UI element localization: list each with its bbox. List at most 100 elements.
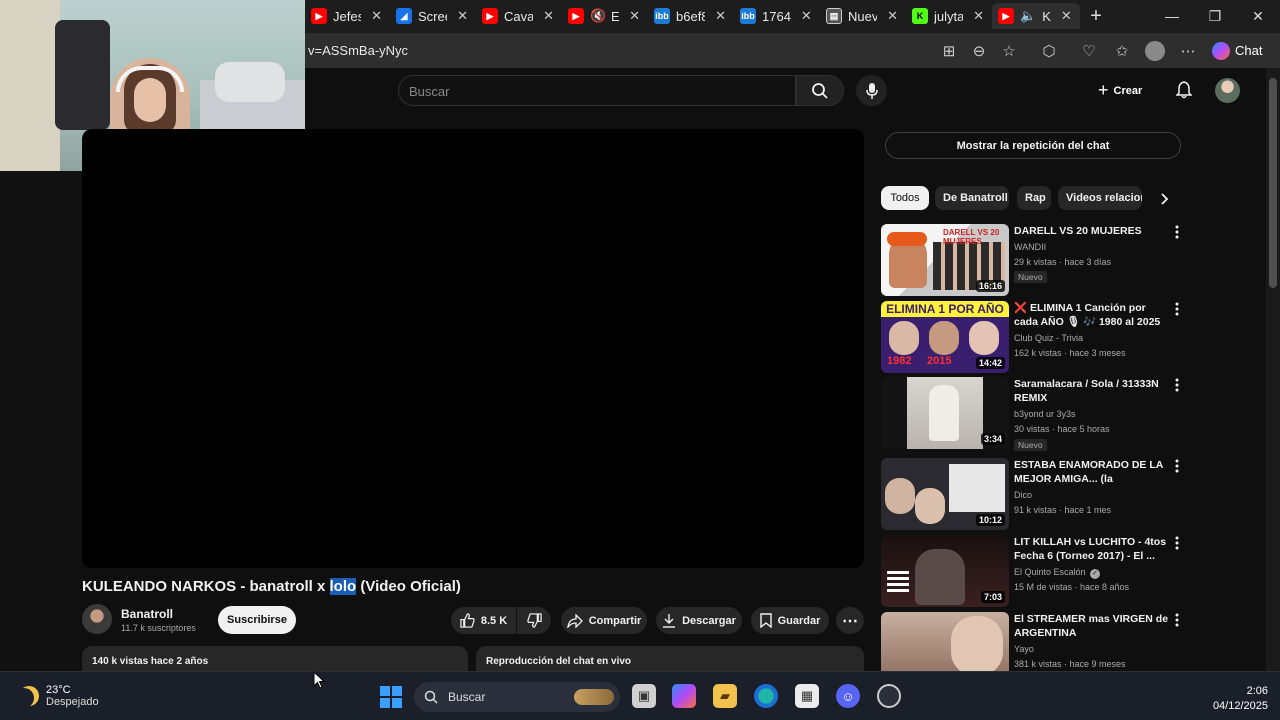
obs-icon[interactable]: [877, 684, 901, 708]
more-vertical-icon[interactable]: [1172, 224, 1182, 240]
chip-related[interactable]: Videos relacionados: [1058, 186, 1142, 210]
close-icon[interactable]: ✕: [543, 8, 554, 24]
channel-name-row[interactable]: El Quinto Escalón ✓: [1014, 567, 1101, 579]
taskbar-search[interactable]: Buscar: [414, 682, 620, 712]
maximize-button[interactable]: ❐: [1197, 4, 1233, 28]
search-button[interactable]: [796, 75, 844, 106]
chip-rap[interactable]: Rap: [1017, 186, 1051, 210]
minimize-button[interactable]: —: [1154, 4, 1190, 28]
more-vertical-icon[interactable]: [1172, 535, 1182, 551]
search-input[interactable]: Buscar: [398, 75, 796, 106]
zoom-icon[interactable]: ⊖: [969, 41, 989, 61]
edge-browser-icon[interactable]: [754, 684, 778, 708]
close-window-button[interactable]: ✕: [1240, 4, 1276, 28]
dislike-button[interactable]: [517, 607, 551, 634]
close-icon[interactable]: ✕: [715, 8, 726, 24]
notifications-button[interactable]: [1174, 80, 1194, 100]
browser-essentials-icon[interactable]: ♡: [1079, 41, 1099, 61]
weather-widget[interactable]: 23°C Despejado: [18, 684, 99, 708]
more-actions-button[interactable]: ⋯: [836, 607, 864, 634]
speaker-icon[interactable]: 🔈: [1020, 8, 1036, 24]
browser-tab[interactable]: K julyta ✕: [906, 3, 990, 29]
chips-next-button[interactable]: [1155, 189, 1175, 209]
more-options-icon[interactable]: ⋯: [1178, 41, 1198, 61]
recommended-video[interactable]: DARELL VS 20 MUJERES 16:16 DARELL VS 20 …: [881, 224, 1181, 296]
more-vertical-icon[interactable]: [1172, 458, 1182, 474]
close-icon[interactable]: ✕: [973, 8, 984, 24]
download-button[interactable]: Descargar: [656, 607, 742, 634]
video-title[interactable]: Saramalacara / Sola / 31333N REMIX: [1014, 377, 1170, 405]
url-field[interactable]: v=ASSmBa-yNyc: [305, 38, 925, 63]
recommended-video[interactable]: 3:34 Saramalacara / Sola / 31333N REMIX …: [881, 377, 1182, 451]
chip-from-channel[interactable]: De Banatroll: [935, 186, 1009, 210]
close-icon[interactable]: ✕: [457, 8, 468, 24]
channel-name[interactable]: Banatroll: [121, 607, 173, 621]
channel-name[interactable]: Club Quiz - Trivia: [1014, 333, 1083, 343]
video-player[interactable]: [82, 129, 864, 568]
store-icon[interactable]: ▦: [795, 684, 819, 708]
browser-tab[interactable]: ▶ Jefes ✕: [305, 3, 388, 29]
new-tab-button[interactable]: +: [1078, 4, 1114, 28]
more-vertical-icon[interactable]: [1172, 612, 1181, 628]
recommended-video[interactable]: 10:12 ESTABA ENAMORADO DE LA MEJOR AMIGA…: [881, 458, 1181, 530]
show-chat-replay-button[interactable]: Mostrar la repetición del chat: [885, 132, 1181, 159]
description-box[interactable]: 140 k vistas hace 2 años: [82, 646, 468, 672]
favorite-star-icon[interactable]: ☆: [999, 41, 1019, 61]
app-available-icon[interactable]: ⊞: [939, 41, 959, 61]
browser-tab[interactable]: ibb b6ef8 ✕: [648, 3, 732, 29]
video-thumbnail[interactable]: ELIMINA 1 POR AÑO 1982 2015 14:42: [881, 301, 1009, 373]
recommended-video[interactable]: 7:03 LIT KILLAH vs LUCHITO - 4tos Fecha …: [881, 535, 1181, 607]
video-thumbnail[interactable]: 7:03: [881, 535, 1009, 607]
video-title[interactable]: DARELL VS 20 MUJERES: [1014, 224, 1170, 238]
copilot-icon[interactable]: [672, 684, 696, 708]
selected-text[interactable]: lolo: [329, 578, 357, 595]
video-title[interactable]: ESTABA ENAMORADO DE LA MEJOR AMIGA... (l…: [1014, 458, 1170, 486]
close-icon[interactable]: ✕: [1061, 8, 1072, 24]
browser-tab[interactable]: ◢ Scree ✕: [390, 3, 474, 29]
scrollbar-thumb[interactable]: [1269, 78, 1277, 288]
copilot-chat-button[interactable]: Chat: [1212, 38, 1272, 63]
voice-search-button[interactable]: [856, 75, 887, 106]
extensions-icon[interactable]: ⬡: [1039, 41, 1059, 61]
discord-icon[interactable]: ☺: [836, 684, 860, 708]
profile-icon[interactable]: [1145, 41, 1165, 61]
account-avatar[interactable]: [1215, 78, 1240, 103]
video-title[interactable]: El STREAMER mas VIRGEN de ARGENTINA: [1014, 612, 1170, 640]
recommended-video[interactable]: El STREAMER mas VIRGEN de ARGENTINA Yayo…: [881, 612, 1181, 671]
video-title[interactable]: ❌ ELIMINA 1 Canción por cada AÑO 🎙 🎶 198…: [1014, 301, 1170, 329]
video-thumbnail[interactable]: DARELL VS 20 MUJERES 16:16: [881, 224, 1009, 296]
channel-name[interactable]: b3yond ur 3y3s: [1014, 409, 1076, 419]
browser-tab[interactable]: ▶ Cavan ✕: [476, 3, 560, 29]
browser-tab-active[interactable]: ▶ 🔈 K ✕: [992, 3, 1080, 29]
live-chat-replay-panel[interactable]: Reproducción del chat en vivo: [476, 646, 864, 672]
file-explorer-icon[interactable]: ▰: [713, 684, 737, 708]
browser-tab[interactable]: ▤ Nuev ✕: [820, 3, 904, 29]
recommended-video[interactable]: ELIMINA 1 POR AÑO 1982 2015 14:42 ❌ ELIM…: [881, 301, 1181, 373]
video-title[interactable]: LIT KILLAH vs LUCHITO - 4tos Fecha 6 (To…: [1014, 535, 1170, 563]
share-button[interactable]: Compartir: [561, 607, 647, 634]
task-view-icon[interactable]: ▣: [632, 684, 656, 708]
channel-name[interactable]: WANDII: [1014, 242, 1046, 252]
save-button[interactable]: Guardar: [751, 607, 829, 634]
chip-all[interactable]: Todos: [881, 186, 929, 210]
more-vertical-icon[interactable]: [1172, 301, 1182, 317]
like-button[interactable]: 8.5 K: [451, 607, 516, 634]
subscribe-button[interactable]: Suscribirse: [218, 606, 296, 634]
channel-name[interactable]: Dico: [1014, 490, 1032, 500]
video-thumbnail[interactable]: [881, 612, 1009, 671]
close-icon[interactable]: ✕: [629, 8, 640, 24]
create-button[interactable]: + Crear: [1098, 77, 1152, 104]
favorites-icon[interactable]: ✩: [1112, 41, 1132, 61]
video-thumbnail[interactable]: 10:12: [881, 458, 1009, 530]
browser-tab[interactable]: ▶ 🔇 E ✕: [562, 3, 646, 29]
page-scrollbar[interactable]: [1266, 68, 1280, 671]
browser-tab[interactable]: ibb 1764 ✕: [734, 3, 818, 29]
close-icon[interactable]: ✕: [801, 8, 812, 24]
windows-start-icon[interactable]: [380, 686, 402, 708]
channel-avatar[interactable]: [82, 604, 112, 634]
muted-speaker-icon[interactable]: 🔇: [590, 8, 605, 24]
more-vertical-icon[interactable]: [1172, 377, 1182, 393]
system-clock[interactable]: 2:06 04/12/2025: [1198, 684, 1268, 714]
channel-name[interactable]: Yayo: [1014, 644, 1034, 654]
video-thumbnail[interactable]: 3:34: [881, 377, 1009, 449]
